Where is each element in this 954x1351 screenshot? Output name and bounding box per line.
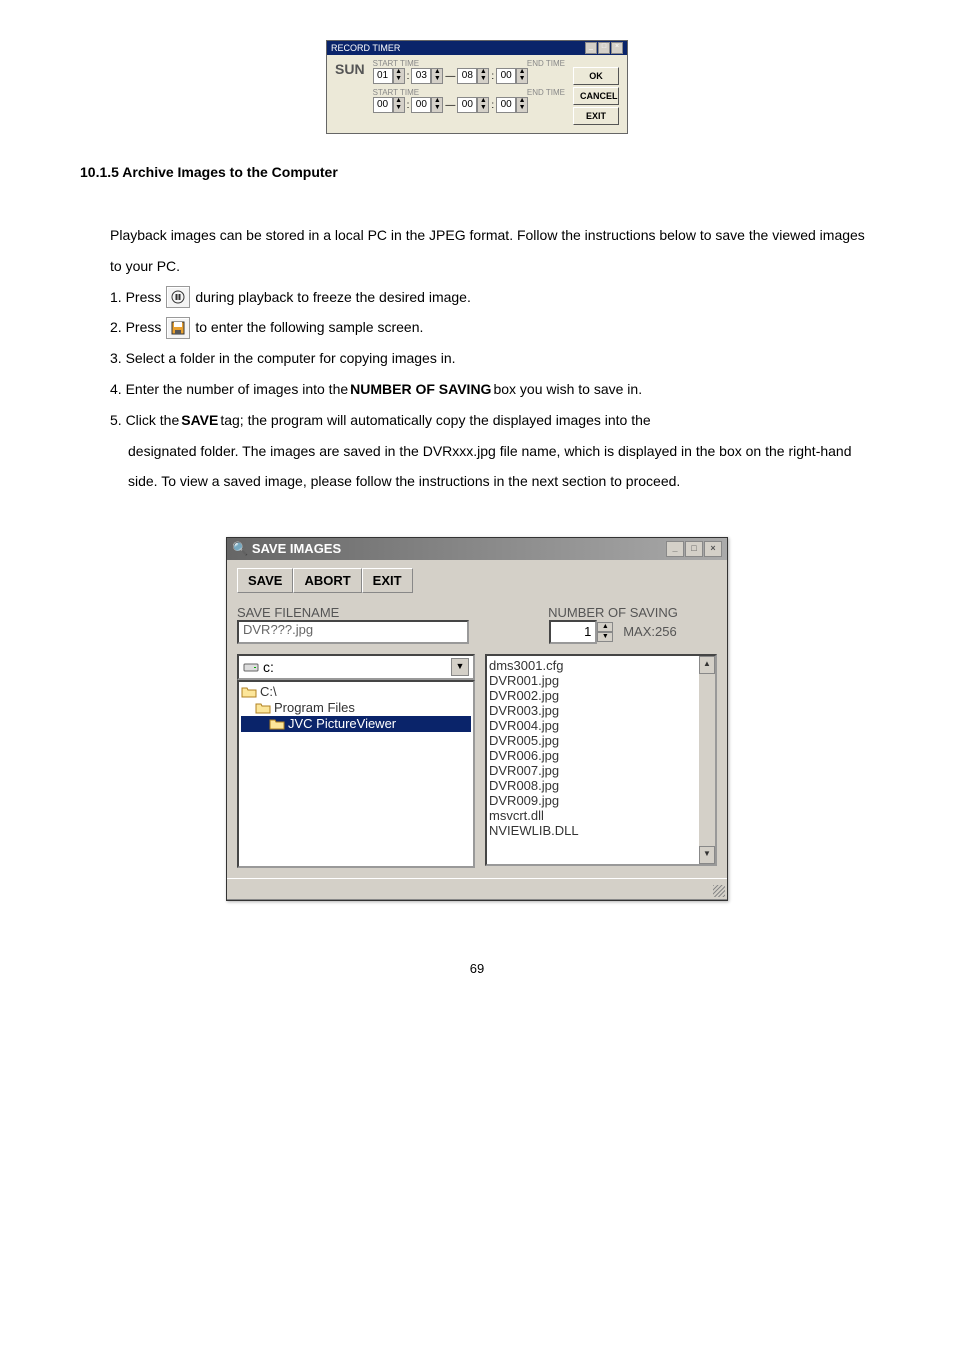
end-min[interactable]: 00 xyxy=(496,68,516,84)
intro-text: Playback images can be stored in a local… xyxy=(110,220,874,282)
section-heading: 10.1.5 Archive Images to the Computer xyxy=(80,164,874,180)
step2-text-b: to enter the following sample screen. xyxy=(195,312,423,343)
end-hour[interactable]: 08 xyxy=(457,68,477,84)
scrollbar[interactable]: ▲▼ xyxy=(699,656,715,864)
save-tab[interactable]: SAVE xyxy=(237,568,293,593)
start-min[interactable]: 03 xyxy=(411,68,431,84)
end-min[interactable]: 00 xyxy=(496,97,516,113)
abort-tab[interactable]: ABORT xyxy=(293,568,361,593)
end-time-label: END TIME xyxy=(527,59,565,68)
exit-button[interactable]: EXIT xyxy=(573,107,619,125)
spinner-icon[interactable]: ▲▼ xyxy=(393,97,405,113)
file-item[interactable]: DVR008.jpg xyxy=(489,778,713,793)
file-list[interactable]: dms3001.cfg DVR001.jpg DVR002.jpg DVR003… xyxy=(485,654,717,866)
end-time-label: END TIME xyxy=(527,88,565,97)
end-hour[interactable]: 00 xyxy=(457,97,477,113)
tree-item[interactable]: Program Files xyxy=(274,700,355,715)
folder-open-icon xyxy=(269,717,285,730)
file-item[interactable]: NVIEWLIB.DLL xyxy=(489,823,713,838)
step3-text: 3. Select a folder in the computer for c… xyxy=(110,343,874,374)
scroll-up-icon[interactable]: ▲ xyxy=(699,656,715,674)
max-label: MAX:256 xyxy=(623,624,676,639)
tree-item[interactable]: JVC PictureViewer xyxy=(288,716,396,731)
start-time-label: START TIME xyxy=(373,88,420,97)
step5-text-d: designated folder. The images are saved … xyxy=(110,436,874,498)
file-item[interactable]: DVR007.jpg xyxy=(489,763,713,778)
drive-value: c: xyxy=(263,659,274,675)
start-hour[interactable]: 00 xyxy=(373,97,393,113)
page-number: 69 xyxy=(80,961,874,976)
folder-tree[interactable]: C:\ Program Files JVC PictureViewer xyxy=(237,680,475,868)
folder-open-icon xyxy=(255,701,271,714)
scroll-down-icon[interactable]: ▼ xyxy=(699,846,715,864)
step4-text-a: 4. Enter the number of images into the xyxy=(110,374,348,405)
step2-text-a: 2. Press xyxy=(110,312,161,343)
file-item[interactable]: DVR004.jpg xyxy=(489,718,713,733)
step5-bold: SAVE xyxy=(181,405,218,436)
record-timer-dialog: RECORD TIMER _ □ × SUN START TIME END TI… xyxy=(326,40,628,134)
spinner-icon[interactable]: ▲▼ xyxy=(597,622,613,642)
file-item[interactable]: DVR002.jpg xyxy=(489,688,713,703)
spinner-icon[interactable]: ▲▼ xyxy=(431,97,443,113)
spinner-icon[interactable]: ▲▼ xyxy=(516,97,528,113)
spinner-icon[interactable]: ▲▼ xyxy=(393,68,405,84)
exit-tab[interactable]: EXIT xyxy=(362,568,413,593)
save-dialog-titlebar: 🔍 SAVE IMAGES _ □ × xyxy=(227,538,727,560)
pause-icon[interactable] xyxy=(166,286,190,308)
close-icon[interactable]: × xyxy=(704,541,722,557)
spinner-icon[interactable]: ▲▼ xyxy=(516,68,528,84)
spinner-icon[interactable]: ▲▼ xyxy=(477,97,489,113)
spinner-icon[interactable]: ▲▼ xyxy=(477,68,489,84)
file-item[interactable]: DVR003.jpg xyxy=(489,703,713,718)
minimize-icon[interactable]: _ xyxy=(666,541,684,557)
chevron-down-icon[interactable]: ▼ xyxy=(451,658,469,676)
filename-input[interactable]: DVR???.jpg xyxy=(237,620,469,644)
step4-text-c: box you wish to save in. xyxy=(493,374,642,405)
step4-bold: NUMBER OF SAVING xyxy=(350,374,491,405)
step5-text-c: tag; the program will automatically copy… xyxy=(220,405,650,436)
number-input[interactable]: 1 xyxy=(549,620,597,644)
spinner-icon[interactable]: ▲▼ xyxy=(431,68,443,84)
start-hour[interactable]: 01 xyxy=(373,68,393,84)
step1-text-a: 1. Press xyxy=(110,282,161,313)
maximize-icon[interactable]: □ xyxy=(685,541,703,557)
save-images-dialog: 🔍 SAVE IMAGES _ □ × SAVE ABORT EXIT SAVE… xyxy=(226,537,728,901)
close-icon[interactable]: × xyxy=(611,42,623,54)
file-item[interactable]: DVR001.jpg xyxy=(489,673,713,688)
save-dialog-title: SAVE IMAGES xyxy=(252,541,341,556)
cancel-button[interactable]: CANCEL xyxy=(573,87,619,105)
maximize-icon[interactable]: □ xyxy=(598,42,610,54)
step5-text-a: 5. Click the xyxy=(110,405,179,436)
number-saving-label: NUMBER OF SAVING xyxy=(509,605,717,620)
folder-open-icon xyxy=(241,685,257,698)
file-item[interactable]: msvcrt.dll xyxy=(489,808,713,823)
drive-select[interactable]: c: ▼ xyxy=(237,654,475,680)
tree-item[interactable]: C:\ xyxy=(260,684,277,699)
drive-icon xyxy=(243,661,259,673)
step1-text-b: during playback to freeze the desired im… xyxy=(195,282,471,313)
record-timer-titlebar: RECORD TIMER _ □ × xyxy=(327,41,627,55)
file-item[interactable]: DVR005.jpg xyxy=(489,733,713,748)
file-item[interactable]: DVR009.jpg xyxy=(489,793,713,808)
start-min[interactable]: 00 xyxy=(411,97,431,113)
record-timer-title: RECORD TIMER xyxy=(331,43,400,53)
start-time-label: START TIME xyxy=(373,59,420,68)
save-disk-icon[interactable] xyxy=(166,317,190,339)
minimize-icon[interactable]: _ xyxy=(585,42,597,54)
file-item[interactable]: dms3001.cfg xyxy=(489,658,713,673)
filename-label: SAVE FILENAME xyxy=(237,605,469,620)
status-bar xyxy=(227,878,727,900)
ok-button[interactable]: OK xyxy=(573,67,619,85)
file-item[interactable]: DVR006.jpg xyxy=(489,748,713,763)
day-label: SUN xyxy=(335,59,365,125)
